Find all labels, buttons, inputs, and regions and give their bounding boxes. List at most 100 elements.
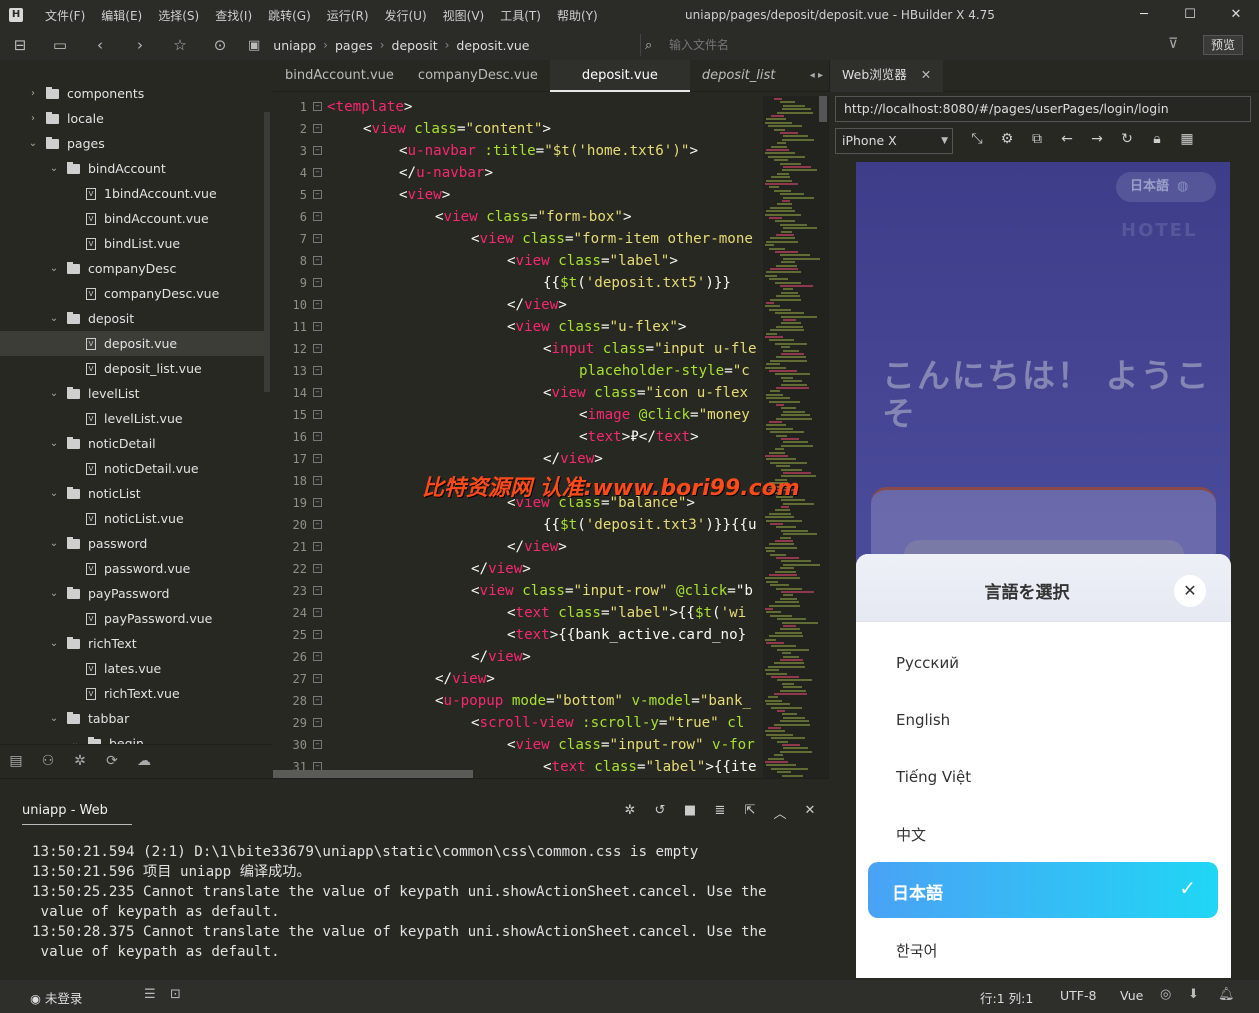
terminal-icon[interactable]: ⊡	[170, 987, 181, 1002]
fold-icon[interactable]: −	[313, 366, 322, 375]
language-option[interactable]: Tiếng Việt	[896, 768, 971, 786]
fold-icon[interactable]: −	[313, 498, 322, 507]
language-option[interactable]: Русский	[896, 654, 959, 672]
chevron-down-icon[interactable]: ⌄	[47, 538, 61, 549]
reload-icon[interactable]: ↻	[1112, 131, 1142, 147]
fold-icon[interactable]: −	[313, 542, 322, 551]
tree-file[interactable]: Vdeposit_list.vue	[0, 356, 264, 381]
minimize-button[interactable]: ─	[1121, 0, 1167, 30]
fold-icon[interactable]: −	[313, 102, 322, 111]
editor-tab[interactable]: bindAccount.vue	[273, 60, 406, 92]
fold-icon[interactable]: −	[313, 234, 322, 243]
editor-vertical-scrollbar[interactable]	[819, 96, 827, 122]
language-option[interactable]: English	[896, 711, 950, 729]
menu-item[interactable]: 运行(R)	[319, 7, 377, 24]
tree-folder[interactable]: ⌄ noticDetail	[0, 431, 264, 456]
run-icon[interactable]: ⊙	[200, 36, 240, 54]
chat-icon[interactable]: ◎	[1160, 987, 1171, 1002]
fold-icon[interactable]: −	[313, 410, 322, 419]
fold-icon[interactable]: −	[313, 564, 322, 573]
close-console-icon[interactable]: ✕	[795, 803, 825, 822]
language-mode[interactable]: Vue	[1120, 988, 1143, 1003]
code-editor[interactable]: 1− <template> 2− <view class="content"> 3− <u…	[273, 96, 763, 778]
close-icon[interactable]: ✕	[1174, 575, 1206, 607]
fold-icon[interactable]: −	[313, 476, 322, 485]
back-icon[interactable]: ‹	[80, 36, 120, 54]
fold-icon[interactable]: −	[313, 432, 322, 441]
chevron-down-icon[interactable]: ⌄	[47, 313, 61, 324]
editor-horizontal-scrollbar[interactable]	[273, 770, 473, 778]
fold-icon[interactable]: −	[313, 300, 322, 309]
fold-icon[interactable]: −	[313, 278, 322, 287]
language-option[interactable]: 中文	[896, 824, 926, 845]
chevron-down-icon[interactable]: ⌄	[47, 438, 61, 449]
tree-folder[interactable]: ⌄ deposit	[0, 306, 264, 331]
tree-file[interactable]: VlevelList.vue	[0, 406, 264, 431]
fold-icon[interactable]: −	[313, 608, 322, 617]
debug-icon[interactable]: ✲	[64, 753, 96, 769]
fold-icon[interactable]: −	[313, 168, 322, 177]
cursor-position[interactable]: 行:1 列:1	[980, 988, 1033, 1007]
tree-file[interactable]: VrichText.vue	[0, 681, 264, 706]
url-input[interactable]: http://localhost:8080/#/pages/userPages/…	[835, 96, 1251, 122]
editor-tab[interactable]: companyDesc.vue	[406, 60, 550, 92]
project-manager-icon[interactable]: ▤	[0, 753, 32, 769]
tree-file[interactable]: Vpassword.vue	[0, 556, 264, 581]
tree-file[interactable]: VcompanyDesc.vue	[0, 281, 264, 306]
back-arrow-icon[interactable]: ←	[1052, 131, 1082, 147]
bell-icon[interactable]: 🔔︎	[1218, 987, 1235, 1002]
chevron-right-icon[interactable]: ›	[26, 113, 40, 124]
editor-tab[interactable]: deposit_list	[690, 60, 788, 92]
chevron-right-icon[interactable]: ›	[26, 88, 40, 99]
stop-icon[interactable]: ■	[675, 803, 705, 822]
close-button[interactable]: ✕	[1213, 0, 1259, 30]
encoding[interactable]: UTF-8	[1060, 988, 1096, 1003]
chevron-down-icon[interactable]: ⌄	[47, 638, 61, 649]
star-icon[interactable]: ☆	[160, 36, 200, 54]
tree-folder[interactable]: ⌄ companyDesc	[0, 256, 264, 281]
fold-icon[interactable]: −	[313, 190, 322, 199]
bug-icon[interactable]: ✲	[615, 803, 645, 822]
fold-icon[interactable]: −	[313, 630, 322, 639]
tree-file[interactable]: VbindList.vue	[0, 231, 264, 256]
fold-icon[interactable]: −	[313, 454, 322, 463]
chevron-down-icon[interactable]: ⌄	[47, 263, 61, 274]
fold-icon[interactable]: −	[313, 322, 322, 331]
fold-icon[interactable]: −	[313, 718, 322, 727]
tree-folder[interactable]: ⌄ password	[0, 531, 264, 556]
maximize-button[interactable]: ☐	[1167, 0, 1213, 30]
fold-icon[interactable]: −	[313, 652, 322, 661]
cloud-icon[interactable]: ☁	[128, 753, 160, 769]
new-file-icon[interactable]: ⊟	[0, 36, 40, 54]
file-search-input[interactable]	[669, 38, 1069, 52]
editor-tab[interactable]: deposit.vue	[549, 60, 690, 92]
chevron-down-icon[interactable]: ⌄	[47, 488, 61, 499]
plugin-icon[interactable]: ⚇	[32, 753, 64, 769]
forward-icon[interactable]: ›	[120, 36, 160, 54]
explorer-scrollbar[interactable]	[264, 112, 270, 392]
lock-icon[interactable]: 🔒︎	[1142, 131, 1172, 147]
menu-item[interactable]: 选择(S)	[150, 7, 207, 24]
download-icon[interactable]: ⬇	[1188, 987, 1199, 1002]
tree-file[interactable]: V 1bindAccount.vue	[0, 181, 264, 206]
breadcrumb-item[interactable]: pages	[328, 38, 380, 53]
preview-button[interactable]: 预览	[1203, 35, 1243, 55]
fold-icon[interactable]: −	[313, 146, 322, 155]
menu-item[interactable]: 工具(T)	[492, 7, 549, 24]
menu-item[interactable]: 跳转(G)	[260, 7, 319, 24]
breadcrumb-item[interactable]: deposit	[385, 38, 445, 53]
console-tab[interactable]: uniapp - Web	[22, 803, 132, 825]
fold-icon[interactable]: −	[313, 696, 322, 705]
collapse-up-icon[interactable]: ︿	[765, 803, 795, 822]
menu-item[interactable]: 文件(F)	[37, 7, 93, 24]
chevron-down-icon[interactable]: ⌄	[26, 138, 40, 149]
language-option[interactable]: 한국어	[896, 940, 937, 961]
tree-folder[interactable]: ⌄ levelList	[0, 381, 264, 406]
tree-folder[interactable]: ⌄ noticList	[0, 481, 264, 506]
language-badge[interactable]: 日本語 ◍	[1116, 172, 1216, 202]
fold-icon[interactable]: −	[313, 520, 322, 529]
tree-folder[interactable]: ⌄ richText	[0, 631, 264, 656]
menu-item[interactable]: 编辑(E)	[93, 7, 150, 24]
devtools-icon[interactable]: ⧉	[1022, 131, 1052, 147]
export-icon[interactable]: ⇱	[735, 803, 765, 822]
